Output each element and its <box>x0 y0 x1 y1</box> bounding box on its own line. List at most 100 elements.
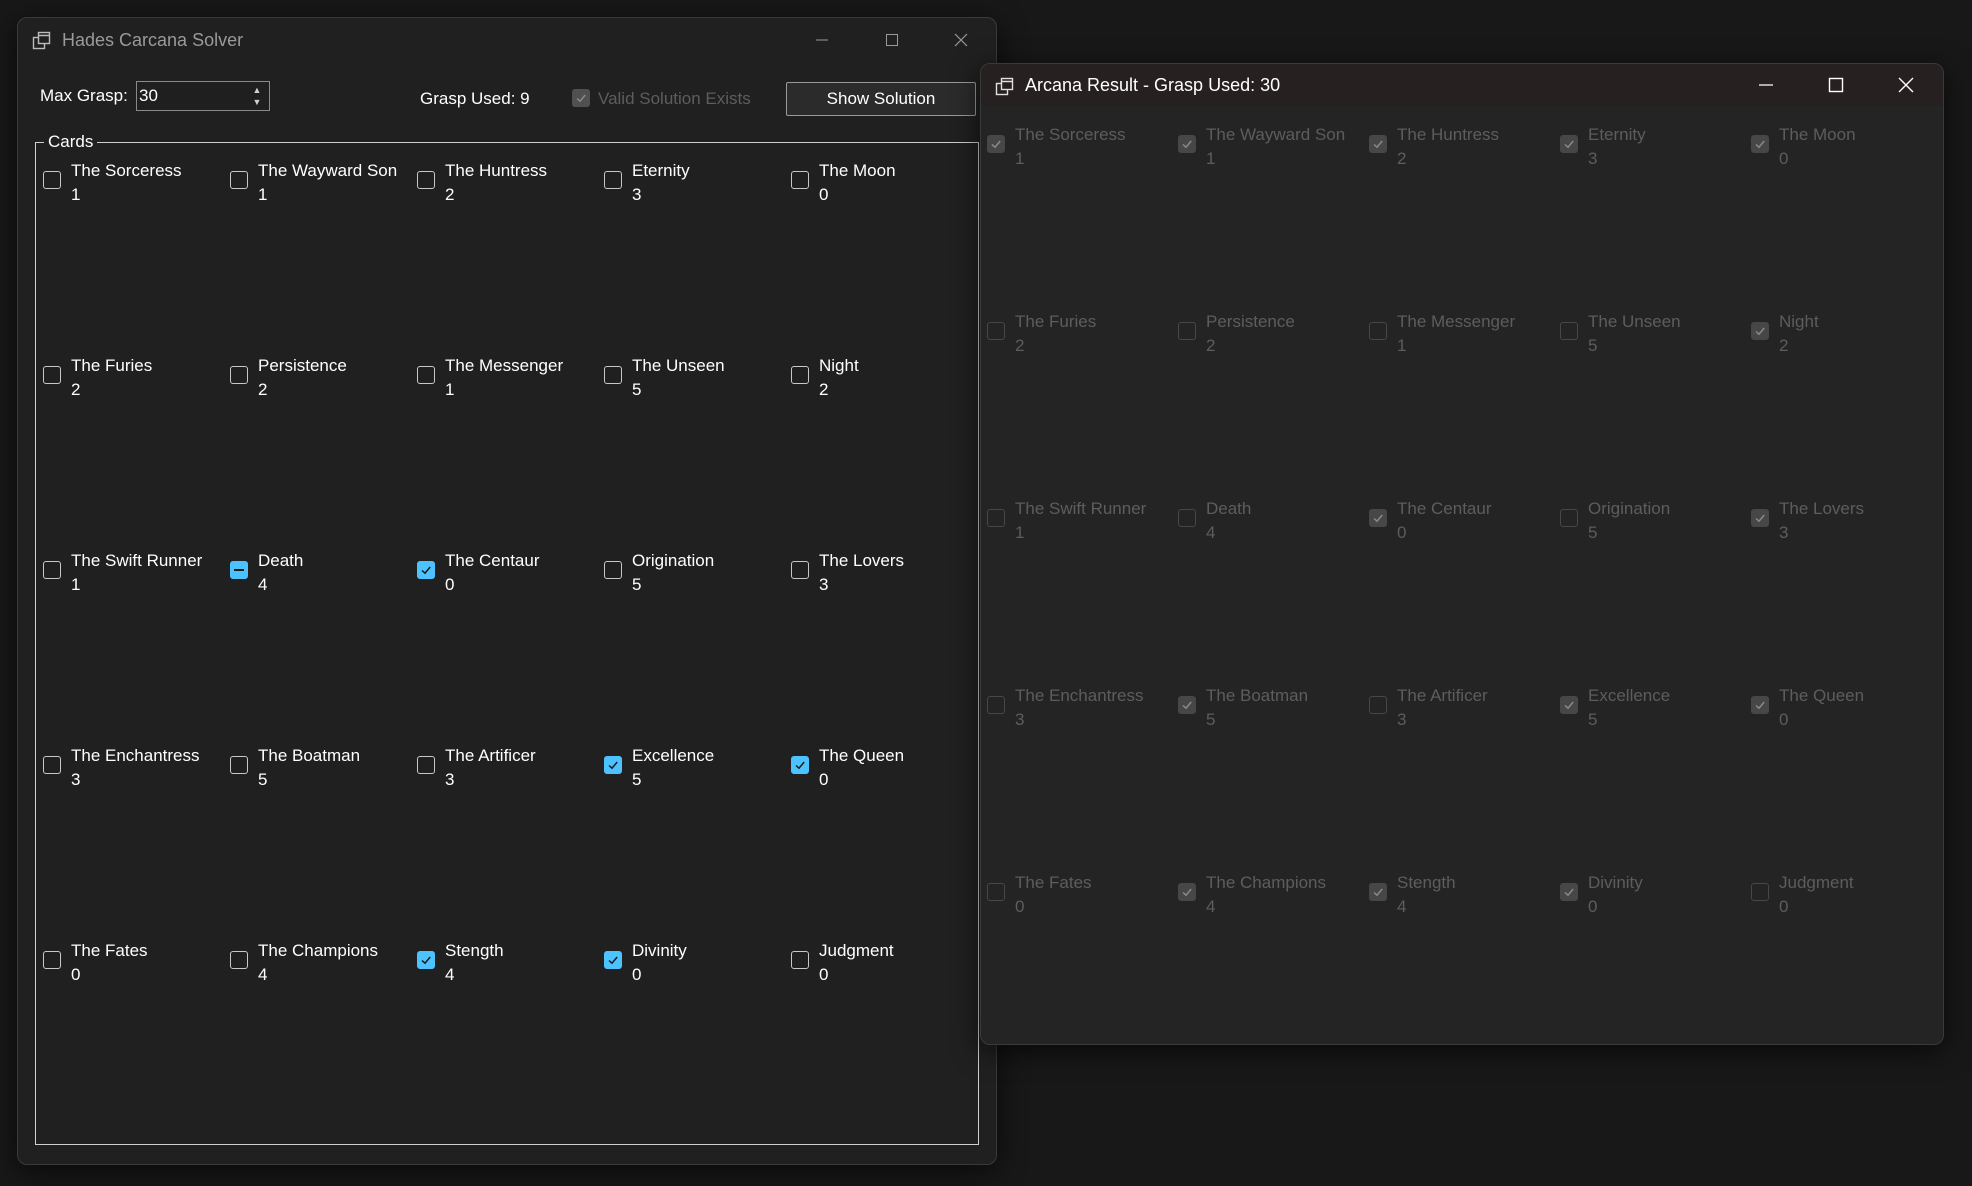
card-checkbox[interactable] <box>791 756 809 774</box>
card-checkbox[interactable] <box>230 171 248 189</box>
checkmark-icon <box>1182 888 1192 897</box>
card-checkbox[interactable] <box>417 561 435 579</box>
close-icon <box>954 33 968 47</box>
card-checkbox[interactable] <box>604 171 622 189</box>
card-item[interactable]: The Queen 0 <box>791 745 978 940</box>
card-item[interactable]: Excellence 5 <box>604 745 791 940</box>
card-item[interactable]: The Wayward Son 1 <box>230 160 417 355</box>
checkmark-icon <box>1755 327 1765 336</box>
card-grasp-value: 0 <box>1779 710 1789 729</box>
card-checkbox[interactable] <box>43 951 61 969</box>
show-solution-button[interactable]: Show Solution <box>786 82 976 116</box>
card-checkbox[interactable] <box>791 171 809 189</box>
card-checkbox[interactable] <box>604 561 622 579</box>
card-checkbox <box>987 509 1005 527</box>
card-item[interactable]: The Artificer 3 <box>417 745 604 940</box>
checkmark-icon <box>1564 888 1574 897</box>
card-item[interactable]: Death 4 <box>230 550 417 745</box>
card-item[interactable]: The Furies 2 <box>43 355 230 550</box>
card-item[interactable]: The Lovers 3 <box>791 550 978 745</box>
card-checkbox <box>1751 509 1769 527</box>
checkmark-icon <box>1564 701 1574 710</box>
card-checkbox[interactable] <box>230 561 248 579</box>
card-checkbox[interactable] <box>791 951 809 969</box>
card-item[interactable]: Judgment 0 <box>791 940 978 1135</box>
card-name: The Lovers <box>819 551 905 570</box>
card-checkbox[interactable] <box>43 756 61 774</box>
card-name: Persistence <box>1206 312 1295 331</box>
card-checkbox[interactable] <box>791 561 809 579</box>
card-checkbox[interactable] <box>604 756 622 774</box>
card-checkbox[interactable] <box>43 171 61 189</box>
minimize-icon <box>816 39 828 41</box>
card-item: The Sorceress 1 <box>987 124 1178 311</box>
max-grasp-spinner[interactable]: ▲ ▼ <box>136 81 270 111</box>
card-name: The Swift Runner <box>71 551 203 570</box>
main-titlebar[interactable]: Hades Carcana Solver <box>18 18 996 62</box>
main-card-grid: The Sorceress 1 The Wayward Son 1 The Huntre… <box>43 160 978 1135</box>
card-checkbox[interactable] <box>604 366 622 384</box>
card-checkbox <box>1369 322 1387 340</box>
card-checkbox[interactable] <box>230 366 248 384</box>
card-checkbox[interactable] <box>791 366 809 384</box>
card-item[interactable]: The Moon 0 <box>791 160 978 355</box>
card-name: The Furies <box>71 356 153 375</box>
card-item[interactable]: Stength 4 <box>417 940 604 1135</box>
max-grasp-input[interactable] <box>139 85 229 107</box>
card-name: The Unseen <box>1588 312 1681 331</box>
card-item[interactable]: Divinity 0 <box>604 940 791 1135</box>
card-item[interactable]: Eternity 3 <box>604 160 791 355</box>
main-close-button[interactable] <box>926 18 996 62</box>
card-item[interactable]: The Enchantress 3 <box>43 745 230 940</box>
checkmark-icon <box>1373 514 1383 523</box>
card-checkbox <box>1178 509 1196 527</box>
card-item[interactable]: The Fates 0 <box>43 940 230 1135</box>
result-minimize-button[interactable] <box>1731 64 1801 106</box>
card-item[interactable]: The Unseen 5 <box>604 355 791 550</box>
card-checkbox[interactable] <box>417 366 435 384</box>
main-maximize-button[interactable] <box>857 18 927 62</box>
result-window-title: Arcana Result - Grasp Used: 30 <box>1025 75 1281 95</box>
card-grasp-value: 1 <box>445 380 455 399</box>
card-checkbox <box>1178 883 1196 901</box>
card-checkbox <box>1560 509 1578 527</box>
card-name: Judgment <box>819 941 894 960</box>
card-grasp-value: 1 <box>71 185 81 204</box>
main-minimize-button[interactable] <box>787 18 857 62</box>
card-checkbox[interactable] <box>43 561 61 579</box>
card-checkbox[interactable] <box>230 756 248 774</box>
card-checkbox[interactable] <box>417 756 435 774</box>
spin-up-button[interactable]: ▲ <box>247 84 267 96</box>
card-checkbox[interactable] <box>604 951 622 969</box>
card-item[interactable]: The Huntress 2 <box>417 160 604 355</box>
card-checkbox[interactable] <box>43 366 61 384</box>
card-name: Death <box>258 551 304 570</box>
card-item[interactable]: The Boatman 5 <box>230 745 417 940</box>
card-item[interactable]: The Messenger 1 <box>417 355 604 550</box>
card-item[interactable]: The Centaur 0 <box>417 550 604 745</box>
card-checkbox <box>987 696 1005 714</box>
card-grasp-value: 0 <box>1015 897 1025 916</box>
card-grasp-value: 4 <box>258 575 268 594</box>
result-maximize-button[interactable] <box>1801 64 1871 106</box>
card-checkbox[interactable] <box>417 171 435 189</box>
card-checkbox <box>1369 883 1387 901</box>
result-close-button[interactable] <box>1871 64 1941 106</box>
card-grasp-value: 2 <box>1397 149 1407 168</box>
card-item[interactable]: Origination 5 <box>604 550 791 745</box>
card-item[interactable]: The Champions 4 <box>230 940 417 1135</box>
grasp-used-label: Grasp Used: 9 <box>420 89 530 108</box>
card-checkbox[interactable] <box>417 951 435 969</box>
spin-down-button[interactable]: ▼ <box>247 96 267 108</box>
card-item[interactable]: The Sorceress 1 <box>43 160 230 355</box>
card-item[interactable]: Night 2 <box>791 355 978 550</box>
app-window-icon <box>32 31 51 50</box>
checkmark-icon <box>1373 140 1383 149</box>
card-item[interactable]: The Swift Runner 1 <box>43 550 230 745</box>
card-item[interactable]: Persistence 2 <box>230 355 417 550</box>
card-grasp-value: 1 <box>1397 336 1407 355</box>
result-titlebar[interactable]: Arcana Result - Grasp Used: 30 <box>981 64 1943 106</box>
card-name: The Artificer <box>445 746 536 765</box>
card-checkbox[interactable] <box>230 951 248 969</box>
checkmark-icon <box>608 956 618 965</box>
